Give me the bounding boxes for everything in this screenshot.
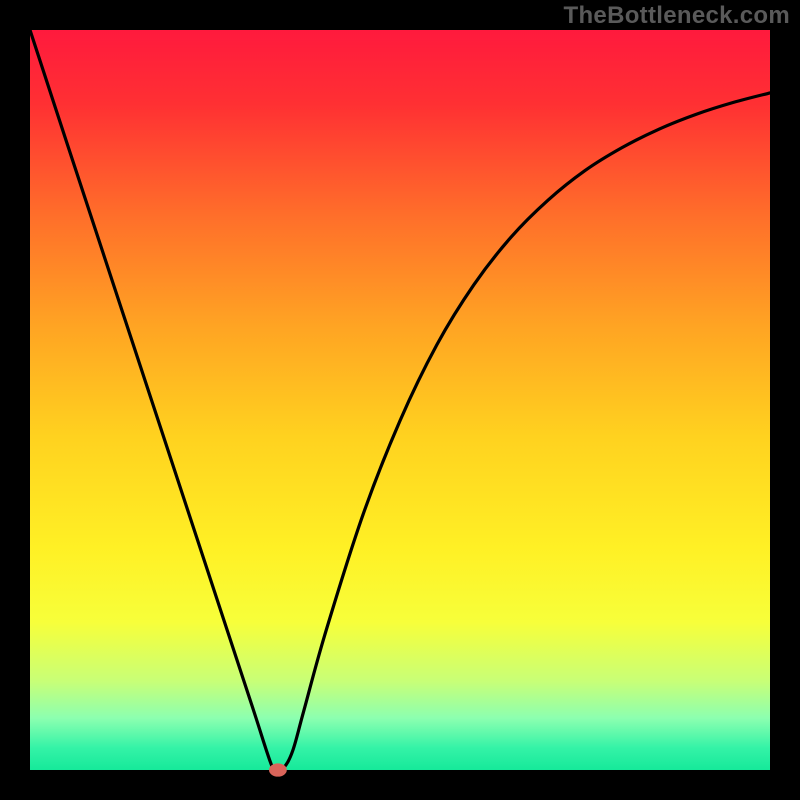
- optimum-marker: [269, 763, 287, 776]
- chart-canvas: [0, 0, 800, 800]
- watermark-text: TheBottleneck.com: [564, 2, 790, 30]
- plot-background: [30, 30, 770, 770]
- chart-frame: TheBottleneck.com: [0, 0, 800, 800]
